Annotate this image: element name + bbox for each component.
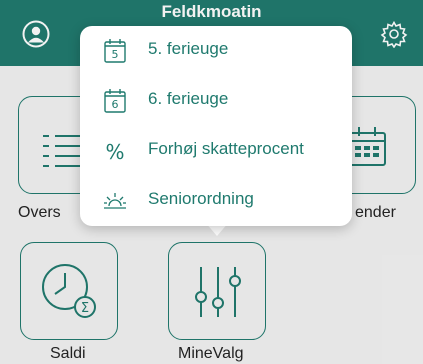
percent-glyph: % (105, 140, 124, 164)
profile-button[interactable] (22, 20, 50, 48)
menu-item-6-ferieuge[interactable]: 6 6. ferieuge (80, 76, 352, 126)
sliders-icon (195, 267, 241, 317)
clock-sum-icon: Σ (42, 264, 96, 318)
menu-item-label: Seniorordning (148, 189, 254, 208)
saldi-tile[interactable]: Σ (20, 242, 118, 340)
popover-menu: 5 5. ferieuge 6 6. ferieuge % Forhøj ska… (80, 26, 352, 226)
minevalg-label: MineValg (178, 345, 244, 362)
calendar-5-number: 5 (112, 48, 119, 61)
saldi-label: Saldi (50, 345, 86, 362)
svg-text:Σ: Σ (81, 301, 89, 316)
kalender-label: ender (355, 204, 396, 221)
menu-item-label: 6. ferieuge (148, 89, 229, 108)
menu-item-label: Forhøj skatteprocent (148, 139, 304, 158)
page-title: Feldkmoatin (161, 2, 262, 21)
settings-button[interactable] (380, 20, 408, 49)
calendar-6-number: 6 (112, 98, 119, 111)
calendar-6-icon: 6 (104, 89, 126, 113)
menu-item-5-ferieuge[interactable]: 5 5. ferieuge (80, 26, 352, 76)
profile-icon (22, 20, 50, 48)
calendar-5-icon: 5 (104, 39, 126, 63)
percent-icon: % (105, 140, 124, 164)
menu-item-seniorordning[interactable]: Seniorordning (80, 176, 352, 226)
sunrise-icon (104, 193, 126, 209)
menu-item-label: 5. ferieuge (148, 39, 229, 58)
minevalg-tile[interactable] (168, 242, 266, 340)
oversigt-label: Overs (18, 204, 61, 221)
gear-icon (380, 20, 408, 49)
menu-item-skatteprocent[interactable]: % Forhøj skatteprocent (80, 126, 352, 176)
